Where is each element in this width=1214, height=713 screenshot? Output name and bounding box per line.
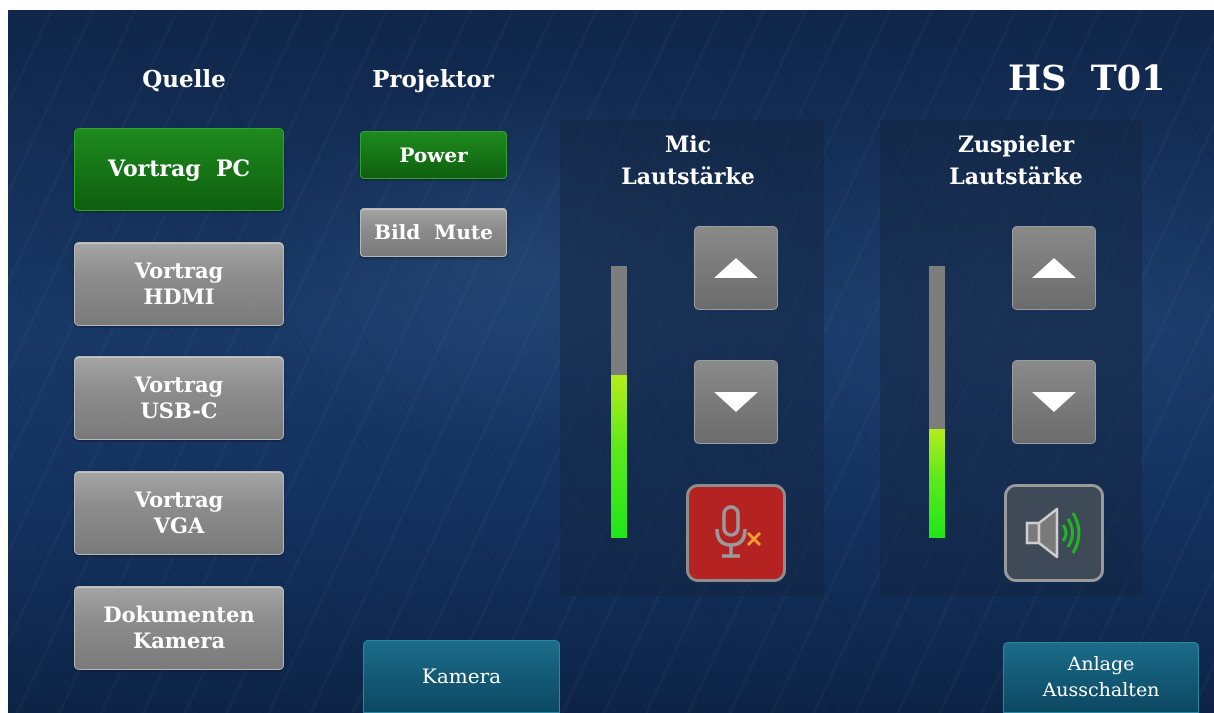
source-button-label: Dokumenten bbox=[103, 601, 255, 627]
arrow-up-icon bbox=[1032, 258, 1076, 278]
source-button-vortrag-hdmi[interactable]: Vortrag HDMI bbox=[74, 242, 284, 326]
mic-volume-heading-line2: Lautstärke bbox=[621, 163, 755, 190]
mic-volume-down-button[interactable] bbox=[694, 360, 778, 444]
source-button-sublabel: HDMI bbox=[143, 284, 215, 309]
projector-heading: Projektor bbox=[372, 66, 494, 93]
arrow-down-icon bbox=[1032, 392, 1076, 412]
shutdown-button-label-line2: Ausschalten bbox=[1042, 678, 1160, 701]
source-button-sublabel: USB-C bbox=[140, 398, 218, 423]
shutdown-button[interactable]: Anlage Ausschalten bbox=[1003, 642, 1199, 713]
playback-volume-heading-line2: Lautstärke bbox=[949, 163, 1083, 190]
arrow-down-icon bbox=[714, 392, 758, 412]
playback-mute-button[interactable] bbox=[1004, 484, 1104, 582]
microphone-muted-icon bbox=[715, 505, 762, 558]
source-button-label: Vortrag bbox=[134, 371, 224, 397]
source-button-label: Vortrag bbox=[134, 257, 224, 283]
arrow-up-icon bbox=[714, 258, 758, 278]
room-title: HS T01 bbox=[1008, 58, 1166, 99]
speaker-icon bbox=[1025, 507, 1081, 559]
shutdown-button-label-line1: Anlage bbox=[1067, 652, 1135, 675]
projector-power-label: Power bbox=[399, 142, 468, 167]
mic-mute-button[interactable] bbox=[686, 484, 786, 582]
playback-level-meter bbox=[929, 266, 945, 538]
mic-volume-heading-line1: Mic bbox=[664, 132, 712, 158]
mic-volume-heading: Mic Lautstärke bbox=[588, 130, 788, 194]
playback-volume-up-button[interactable] bbox=[1012, 226, 1096, 310]
playback-volume-down-button[interactable] bbox=[1012, 360, 1096, 444]
source-button-vortrag-pc[interactable]: Vortrag PC bbox=[74, 128, 284, 211]
source-button-vortrag-vga[interactable]: Vortrag VGA bbox=[74, 471, 284, 555]
playback-level-fill bbox=[929, 429, 945, 538]
control-panel-screen: HS T01 Quelle Vortrag PC Vortrag HDMI Vo… bbox=[8, 10, 1214, 713]
source-button-sublabel: Kamera bbox=[132, 628, 226, 653]
source-heading: Quelle bbox=[142, 66, 226, 93]
projector-power-button[interactable]: Power bbox=[360, 131, 507, 179]
source-button-label: Vortrag PC bbox=[107, 155, 251, 182]
mic-level-meter bbox=[611, 266, 627, 538]
playback-volume-heading-line1: Zuspieler bbox=[957, 132, 1075, 158]
camera-button-label: Kamera bbox=[421, 664, 502, 688]
source-button-sublabel: VGA bbox=[153, 513, 205, 538]
source-button-dokumenten-kamera[interactable]: Dokumenten Kamera bbox=[74, 586, 284, 670]
mic-level-fill bbox=[611, 374, 627, 538]
camera-button[interactable]: Kamera bbox=[363, 640, 560, 713]
projector-mute-button[interactable]: Bild Mute bbox=[360, 208, 507, 257]
projector-mute-label: Bild Mute bbox=[374, 220, 493, 244]
source-button-label: Vortrag bbox=[134, 486, 224, 512]
playback-volume-heading: Zuspieler Lautstärke bbox=[916, 130, 1116, 194]
source-button-vortrag-usbc[interactable]: Vortrag USB-C bbox=[74, 356, 284, 440]
mic-volume-up-button[interactable] bbox=[694, 226, 778, 310]
